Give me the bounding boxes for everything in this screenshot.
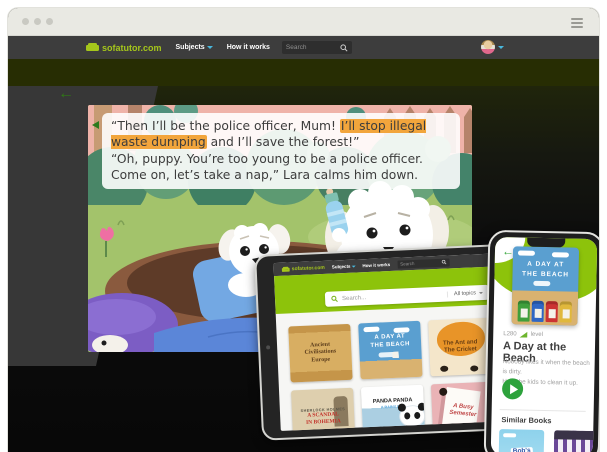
panda-art [400, 405, 425, 426]
window-controls[interactable] [22, 18, 53, 25]
phone-mockup: ← A DAY AT THE BEACH L280 level A Day at… [484, 230, 599, 452]
divider [500, 409, 586, 412]
reader-area: ← [8, 86, 599, 452]
story-text: “Then I’ll be the police officer, Mum! [111, 119, 340, 133]
chevron-down-icon [498, 46, 504, 49]
nav-subjects-label: Subjects [176, 44, 205, 51]
topics-dropdown[interactable]: All topics [447, 289, 483, 297]
story-paragraph: “Oh, puppy. You’re too young to be a pol… [111, 151, 451, 184]
browser-window: sofatutor.com Subjects How it works Sear… [8, 8, 599, 452]
phone-notch [527, 238, 565, 248]
book-cover-panda-panda[interactable]: PANDA PANDAA RAINY DAY [361, 385, 425, 431]
book-meta: L280 level [503, 331, 543, 338]
logo-text: sofatutor.com [102, 43, 162, 53]
nav-how-it-works[interactable]: How it works [227, 44, 270, 51]
topics-label: All topics [454, 290, 476, 297]
level-label: level [531, 332, 543, 338]
story-paragraph: “Then I’ll be the police officer, Mum! I… [111, 118, 451, 151]
sofatutor-logo[interactable]: sofatutor.com [282, 264, 325, 272]
similar-books-row: Bob's [498, 429, 597, 452]
description-line: Nobody likes it when the beach is dirty. [502, 358, 590, 375]
search-placeholder: Search [400, 261, 414, 267]
window-dot[interactable] [46, 18, 53, 25]
play-button[interactable] [502, 378, 523, 399]
book-cover-a-day-at-the-beach[interactable]: A DAY ATTHE BEACH [358, 321, 422, 380]
level-code: L280 [503, 331, 516, 337]
chevron-down-icon [207, 46, 213, 49]
nav-subjects[interactable]: Subjects [176, 44, 213, 51]
audio-marker-icon[interactable] [92, 121, 99, 129]
tablet-camera [266, 345, 270, 349]
book-cover-purple-forest[interactable] [553, 430, 597, 452]
search-icon [340, 44, 348, 52]
window-dot[interactable] [34, 18, 41, 25]
page: sofatutor.com Subjects How it works Sear… [0, 0, 607, 452]
search-placeholder: Search... [342, 291, 443, 301]
nav-how-it-works[interactable]: How it works [362, 262, 390, 268]
search-icon [331, 295, 338, 302]
similar-books-heading: Similar Books [501, 415, 551, 425]
story-text: and I’ll save the forest!” [207, 135, 360, 149]
level-icon [520, 331, 528, 337]
couch-icon [282, 266, 290, 272]
chevron-down-icon [351, 265, 355, 267]
couch-icon [86, 43, 99, 52]
header-band [8, 59, 599, 86]
search-icon [441, 260, 446, 265]
phone-screen: ← A DAY AT THE BEACH L280 level A Day at… [491, 237, 598, 452]
book-cover-bobs[interactable]: Bob's [498, 429, 544, 452]
book-cover-the-ant-and-the-cricket[interactable]: The Ant andThe Cricket [428, 318, 492, 377]
avatar[interactable] [481, 40, 495, 54]
user-account[interactable] [481, 40, 504, 54]
chevron-down-icon [479, 291, 483, 293]
logo-text: sofatutor.com [292, 264, 325, 271]
back-button[interactable]: ← [58, 86, 74, 102]
search-input[interactable]: Search [397, 258, 449, 268]
nav-subjects[interactable]: Subjects [332, 264, 356, 270]
book-cover-a-scandal-in-bohemia[interactable]: SHERLOCK HOLMESA SCANDALIN BOHEMIA [291, 388, 355, 431]
story-textbox: “Then I’ll be the police officer, Mum! I… [102, 113, 460, 189]
search-placeholder: Search [286, 44, 307, 51]
back-button[interactable]: ← [502, 244, 514, 258]
window-dot[interactable] [22, 18, 29, 25]
sofatutor-logo[interactable]: sofatutor.com [86, 43, 162, 53]
nav-subjects-label: Subjects [332, 264, 351, 270]
window-titlebar [8, 8, 599, 36]
menu-icon[interactable] [571, 18, 583, 30]
book-cover-ancient-civilisations[interactable]: AncientCivilisationsEurope [288, 324, 352, 383]
site-navbar: sofatutor.com Subjects How it works Sear… [8, 36, 599, 59]
book-cover-a-day-at-the-beach[interactable]: A DAY AT THE BEACH [511, 246, 579, 325]
recycling-bins-art [511, 290, 578, 325]
play-icon [510, 384, 518, 394]
search-input[interactable]: Search [282, 41, 352, 54]
